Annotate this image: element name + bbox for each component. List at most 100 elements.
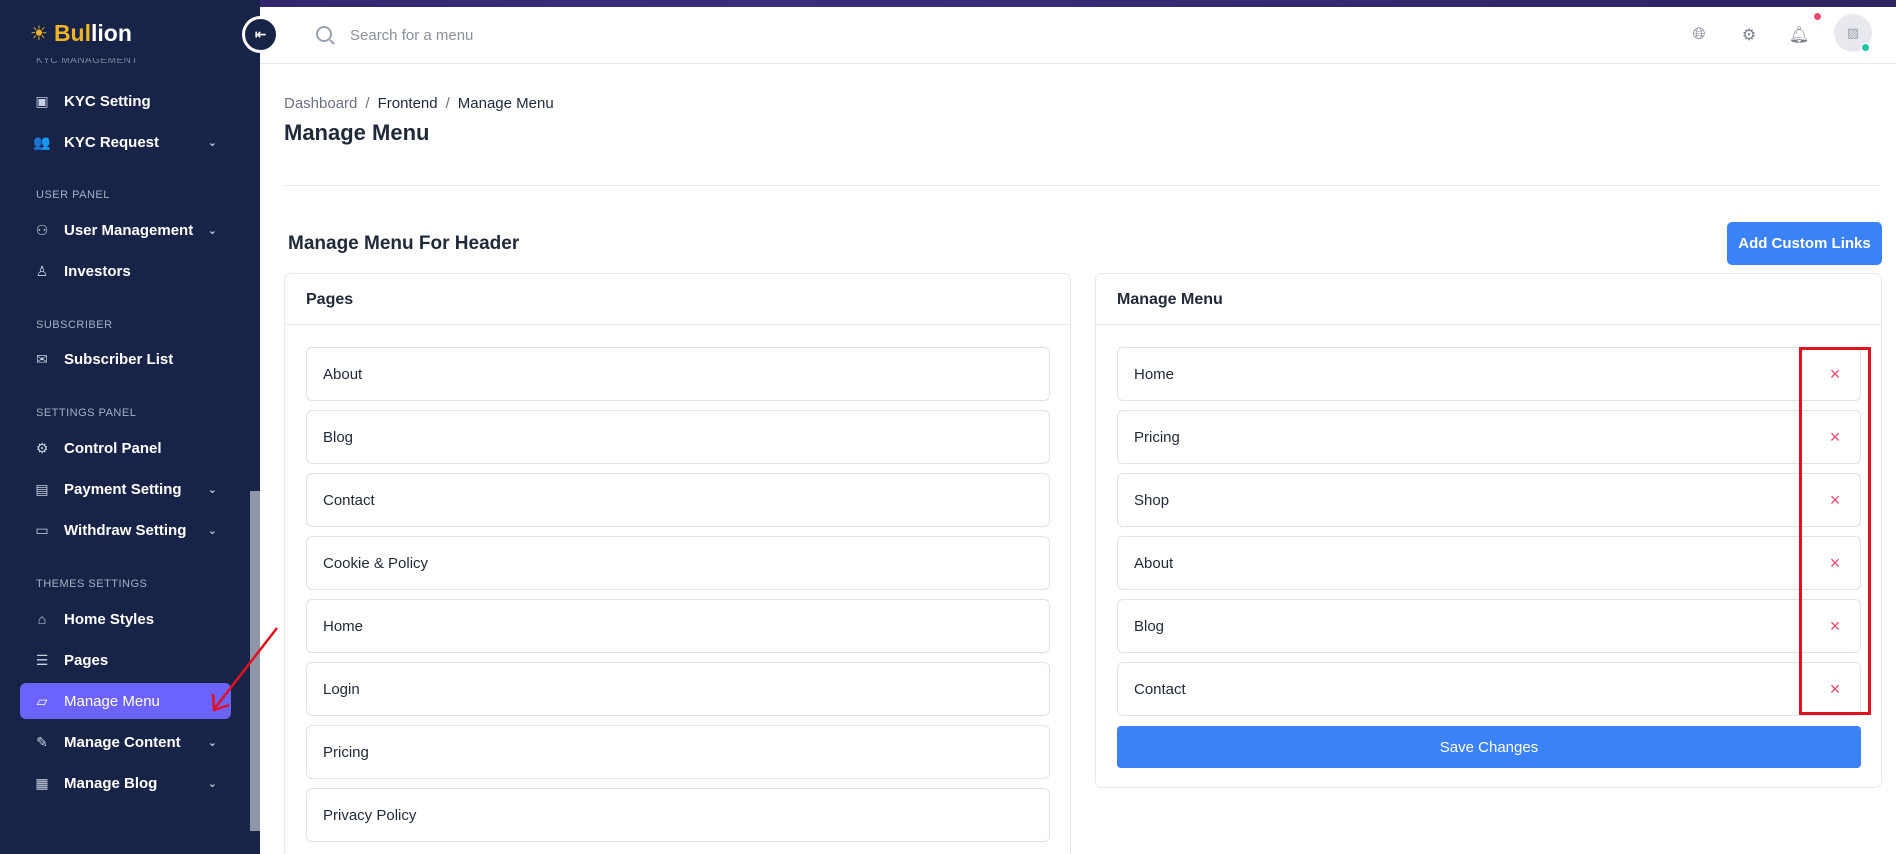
gear-icon: ⚙ — [35, 439, 49, 456]
pencil-icon: ✎ — [36, 733, 48, 750]
page-item[interactable]: Home — [306, 599, 1050, 653]
sidebar-item-investors[interactable]: ♙ Investors — [20, 253, 231, 289]
online-status-dot — [1861, 43, 1870, 52]
chevron-down-icon: ⌄ — [207, 224, 217, 237]
sidebar-item-withdraw-setting[interactable]: ▭ Withdraw Setting ⌄ — [20, 512, 231, 548]
pages-card: Pages About Blog Contact Cookie & Policy… — [284, 273, 1071, 854]
sidebar-item-pages[interactable]: ☰ Pages — [20, 642, 231, 678]
pages-list: About Blog Contact Cookie & Policy Home … — [306, 347, 1050, 851]
menu-item-label: Home — [1134, 365, 1175, 383]
wallet-icon: ▭ — [35, 521, 49, 538]
page-item[interactable]: Contact — [306, 473, 1050, 527]
page-item-label: About — [323, 365, 363, 383]
breadcrumb-dashboard[interactable]: Dashboard — [284, 95, 357, 112]
sidebar-section-settings-panel: SETTINGS PANEL — [36, 407, 137, 419]
chevron-down-icon: ⌄ — [207, 483, 217, 496]
page-item-label: Pricing — [323, 743, 369, 761]
section-title: Manage Menu For Header — [288, 233, 520, 254]
menu-list: Home × Pricing × Shop × About × Blog × Contac… — [1117, 347, 1861, 725]
sidebar-item-label: Subscriber List — [64, 350, 174, 368]
sidebar-item-label: Home Styles — [64, 610, 155, 628]
sidebar-collapse-button[interactable]: ⇤ — [242, 16, 279, 53]
menu-item[interactable]: About × — [1117, 536, 1861, 590]
breadcrumb-separator: / — [365, 95, 370, 112]
mail-open-icon: ✉ — [36, 350, 48, 367]
page-item-label: Cookie & Policy — [323, 554, 429, 572]
sidebar-section-kyc: KYC MANAGEMENT — [36, 58, 139, 66]
sidebar: ☀ Bullion KYC MANAGEMENT ▣ KYC Setting 👥… — [0, 0, 260, 854]
menu-item[interactable]: Shop × — [1117, 473, 1861, 527]
sidebar-item-label: KYC Setting — [64, 92, 151, 110]
sidebar-item-label: Pages — [64, 651, 109, 669]
logo-text-bul: Bul — [53, 20, 91, 46]
sidebar-item-manage-content[interactable]: ✎ Manage Content ⌄ — [20, 724, 231, 760]
menu-item-label: Shop — [1134, 491, 1170, 509]
menu-item-label: Blog — [1134, 617, 1165, 635]
sidebar-item-label: Withdraw Setting — [64, 521, 187, 539]
sidebar-item-label: Manage Blog — [64, 774, 158, 792]
menu-item[interactable]: Blog × — [1117, 599, 1861, 653]
sidebar-item-manage-blog[interactable]: ▦ Manage Blog ⌄ — [20, 765, 231, 801]
page-item[interactable]: About — [306, 347, 1050, 401]
home-gear-icon: ⌂ — [37, 611, 47, 627]
annotation-arrow-icon — [211, 627, 278, 712]
chevron-down-icon: ⌄ — [207, 777, 217, 790]
sidebar-item-subscriber-list[interactable]: ✉ Subscriber List — [20, 341, 231, 377]
investor-icon: ♙ — [35, 262, 49, 279]
sidebar-item-label: Investors — [64, 262, 131, 280]
chevron-down-icon: ⌄ — [207, 136, 217, 149]
gear-icon[interactable]: ⚙ — [1739, 25, 1759, 45]
bell-icon[interactable]: 🔔︎ — [1789, 25, 1809, 45]
sidebar-item-manage-menu[interactable]: ▱ Manage Menu — [20, 683, 231, 719]
sidebar-item-label: Control Panel — [64, 439, 162, 457]
sidebar-item-label: User Management — [64, 221, 194, 239]
chevron-down-icon: ⌄ — [207, 736, 217, 749]
breadcrumb-frontend[interactable]: Frontend — [378, 95, 438, 112]
top-accent-strip — [0, 0, 1896, 7]
save-changes-button[interactable]: Save Changes — [1117, 726, 1861, 768]
page-item-label: Contact — [323, 491, 375, 509]
sidebar-section-user-panel: USER PANEL — [36, 189, 110, 201]
page-item-label: Privacy Policy — [323, 806, 417, 824]
add-custom-links-button[interactable]: Add Custom Links — [1727, 222, 1882, 265]
manage-menu-card: Manage Menu Home × Pricing × Shop × About × … — [1095, 273, 1882, 788]
sidebar-item-label: Payment Setting — [64, 480, 182, 498]
logo-text-lion: lion — [91, 20, 132, 46]
sidebar-item-kyc-setting[interactable]: ▣ KYC Setting — [20, 83, 231, 119]
annotation-highlight-box — [1799, 347, 1871, 715]
page-item[interactable]: Privacy Policy — [306, 788, 1050, 842]
sidebar-section-themes-settings: THEMES SETTINGS — [36, 578, 148, 590]
sidebar-item-kyc-request[interactable]: 👥 KYC Request ⌄ — [20, 124, 231, 160]
menu-item-label: About — [1134, 554, 1174, 572]
page-item[interactable]: Pricing — [306, 725, 1050, 779]
menu-item[interactable]: Home × — [1117, 347, 1861, 401]
page-item[interactable]: Cookie & Policy — [306, 536, 1050, 590]
sidebar-item-control-panel[interactable]: ⚙ Control Panel — [20, 430, 231, 466]
sidebar-item-home-styles[interactable]: ⌂ Home Styles — [20, 601, 231, 637]
sidebar-item-label: Manage Menu — [64, 692, 160, 710]
page-item[interactable]: Blog — [306, 410, 1050, 464]
divider — [284, 185, 1880, 186]
breadcrumb-separator: / — [445, 95, 450, 112]
page-title: Manage Menu — [284, 120, 430, 145]
sidebar-item-user-management[interactable]: ⚇ User Management ⌄ — [20, 212, 231, 248]
menu-item[interactable]: Contact × — [1117, 662, 1861, 716]
menu-item-label: Contact — [1134, 680, 1186, 698]
globe-icon[interactable]: 🌐︎ — [1689, 25, 1709, 45]
image-placeholder-icon: ▨ — [1846, 25, 1860, 40]
search-icon — [316, 26, 332, 42]
page-item[interactable]: Login — [306, 662, 1050, 716]
manage-menu-card-title: Manage Menu — [1096, 274, 1881, 325]
app-logo[interactable]: ☀ Bullion — [30, 20, 132, 47]
sidebar-item-payment-setting[interactable]: ▤ Payment Setting ⌄ — [20, 471, 231, 507]
breadcrumb-current: Manage Menu — [457, 95, 554, 112]
page-item-label: Blog — [323, 428, 354, 446]
sidebar-item-label: KYC Request — [64, 133, 160, 151]
sidebar-section-subscriber: SUBSCRIBER — [36, 319, 113, 331]
kyc-setting-icon: ▣ — [35, 92, 49, 109]
menu-item-label: Pricing — [1134, 428, 1180, 446]
notification-dot — [1814, 13, 1821, 20]
logo-sun-icon: ☀ — [30, 23, 48, 45]
menu-item[interactable]: Pricing × — [1117, 410, 1861, 464]
search-input[interactable] — [350, 19, 710, 51]
